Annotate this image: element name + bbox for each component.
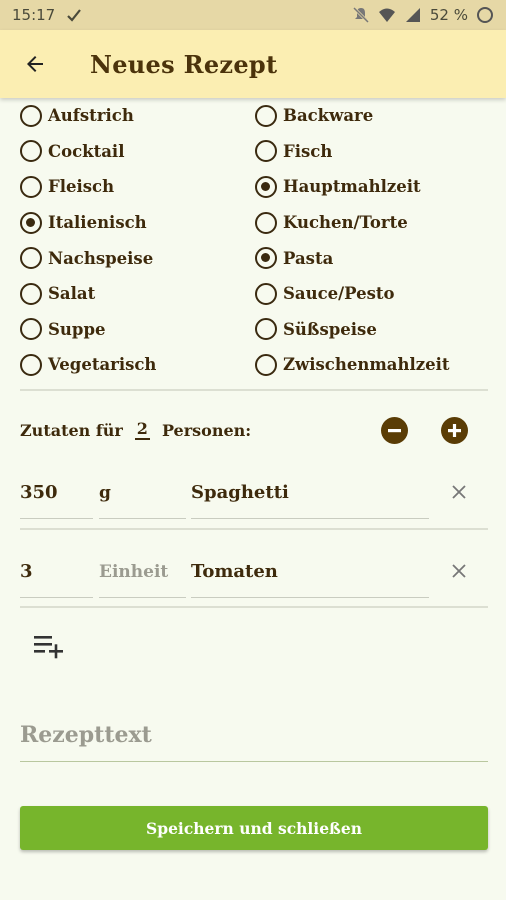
plus-circle-icon [448, 424, 461, 437]
radio-button[interactable] [20, 282, 42, 305]
category-label: Fisch [283, 141, 333, 161]
wifi-icon [378, 8, 395, 22]
category-row: Aufstrich Backware [20, 98, 490, 134]
radio-button[interactable] [20, 353, 42, 376]
category-option-aufstrich[interactable]: Aufstrich [20, 104, 255, 127]
remove-ingredient-button[interactable] [444, 556, 474, 586]
category-label: Backware [283, 106, 374, 126]
ingredient-name-field[interactable]: Spaghetti [191, 467, 429, 519]
category-row: Suppe Süßspeise [20, 312, 490, 348]
close-icon [452, 485, 466, 499]
increase-persons-button[interactable] [441, 417, 468, 444]
divider [20, 606, 488, 608]
category-label: Cocktail [48, 141, 125, 161]
notifications-off-icon [352, 6, 369, 24]
ingredient-row: 3 Einheit Tomaten [20, 546, 490, 606]
save-and-close-button[interactable]: Speichern und schließen [20, 806, 488, 850]
category-label: Vegetarisch [48, 355, 157, 375]
category-row: Nachspeise Pasta [20, 240, 490, 276]
unit-field[interactable]: g [99, 467, 186, 519]
remove-ingredient-button[interactable] [444, 477, 474, 507]
ingredient-name-field[interactable]: Tomaten [191, 546, 429, 598]
category-option-vegetarisch[interactable]: Vegetarisch [20, 353, 255, 376]
persons-prefix: Zutaten für [20, 420, 123, 440]
radio-button[interactable] [255, 211, 277, 234]
category-option-suppe[interactable]: Suppe [20, 318, 255, 341]
category-row: Salat Sauce/Pesto [20, 276, 490, 312]
radio-button[interactable] [255, 175, 277, 198]
category-label: Nachspeise [48, 248, 154, 268]
amount-field[interactable]: 350 [20, 467, 93, 519]
category-label: Hauptmahlzeit [283, 177, 421, 197]
category-label: Sauce/Pesto [283, 284, 395, 304]
playlist-add-icon [34, 636, 63, 659]
category-label: Pasta [283, 248, 334, 268]
category-label: Kuchen/Torte [283, 213, 408, 233]
category-option-italienisch[interactable]: Italienisch [20, 211, 255, 234]
category-list: Aufstrich Backware Cocktail Fisch Fleisc… [20, 98, 490, 383]
radio-button[interactable] [20, 247, 42, 270]
category-option-zwischenmahlzeit[interactable]: Zwischenmahlzeit [255, 353, 490, 376]
persons-suffix: Personen: [161, 420, 252, 440]
persons-count[interactable]: 2 [134, 420, 150, 440]
check-icon [67, 9, 82, 22]
status-bar: 15:17 52 % [0, 0, 506, 30]
unit-field[interactable]: Einheit [99, 546, 186, 598]
status-time: 15:17 [12, 6, 56, 24]
ingredient-row: 350 g Spaghetti [20, 467, 490, 527]
category-option-salat[interactable]: Salat [20, 282, 255, 305]
radio-button[interactable] [20, 211, 42, 234]
battery-icon [477, 7, 493, 23]
app-bar: Neues Rezept [0, 30, 506, 98]
category-option-hauptmahlzeit[interactable]: Hauptmahlzeit [255, 175, 490, 198]
category-label: Zwischenmahlzeit [283, 355, 450, 375]
page-title: Neues Rezept [90, 49, 278, 79]
radio-button[interactable] [20, 140, 42, 163]
category-row: Cocktail Fisch [20, 134, 490, 170]
radio-button[interactable] [20, 318, 42, 341]
persons-row: Zutaten für 2 Personen: [20, 410, 490, 450]
category-option-suessspeise[interactable]: Süßspeise [255, 318, 490, 341]
divider [20, 528, 488, 530]
arrow-back-icon [27, 56, 43, 72]
category-label: Salat [48, 284, 96, 304]
radio-button[interactable] [20, 104, 42, 127]
back-button[interactable] [0, 30, 70, 98]
divider [20, 389, 488, 391]
category-label: Aufstrich [48, 106, 134, 126]
category-label: Suppe [48, 319, 106, 339]
add-ingredient-button[interactable] [32, 632, 66, 662]
category-row: Fleisch Hauptmahlzeit [20, 169, 490, 205]
radio-button[interactable] [255, 247, 277, 270]
minus-circle-icon [388, 429, 401, 433]
amount-field[interactable]: 3 [20, 546, 93, 598]
decrease-persons-button[interactable] [381, 417, 408, 444]
category-option-pasta[interactable]: Pasta [255, 247, 490, 270]
radio-button[interactable] [255, 140, 277, 163]
category-option-cocktail[interactable]: Cocktail [20, 140, 255, 163]
close-icon [452, 564, 466, 578]
radio-button[interactable] [255, 104, 277, 127]
signal-icon [405, 8, 420, 22]
radio-button[interactable] [255, 318, 277, 341]
category-label: Italienisch [48, 213, 147, 233]
radio-button[interactable] [255, 282, 277, 305]
recipe-text-field[interactable]: Rezepttext [20, 708, 488, 762]
category-option-nachspeise[interactable]: Nachspeise [20, 247, 255, 270]
category-label: Süßspeise [283, 319, 377, 339]
category-row: Italienisch Kuchen/Torte [20, 205, 490, 241]
category-option-backware[interactable]: Backware [255, 104, 490, 127]
category-option-fisch[interactable]: Fisch [255, 140, 490, 163]
category-option-fleisch[interactable]: Fleisch [20, 175, 255, 198]
category-label: Fleisch [48, 177, 115, 197]
category-option-sauce-pesto[interactable]: Sauce/Pesto [255, 282, 490, 305]
category-option-kuchen-torte[interactable]: Kuchen/Torte [255, 211, 490, 234]
category-row: Vegetarisch Zwischenmahlzeit [20, 347, 490, 383]
radio-button[interactable] [20, 175, 42, 198]
radio-button[interactable] [255, 353, 277, 376]
battery-percent: 52 % [429, 6, 468, 24]
